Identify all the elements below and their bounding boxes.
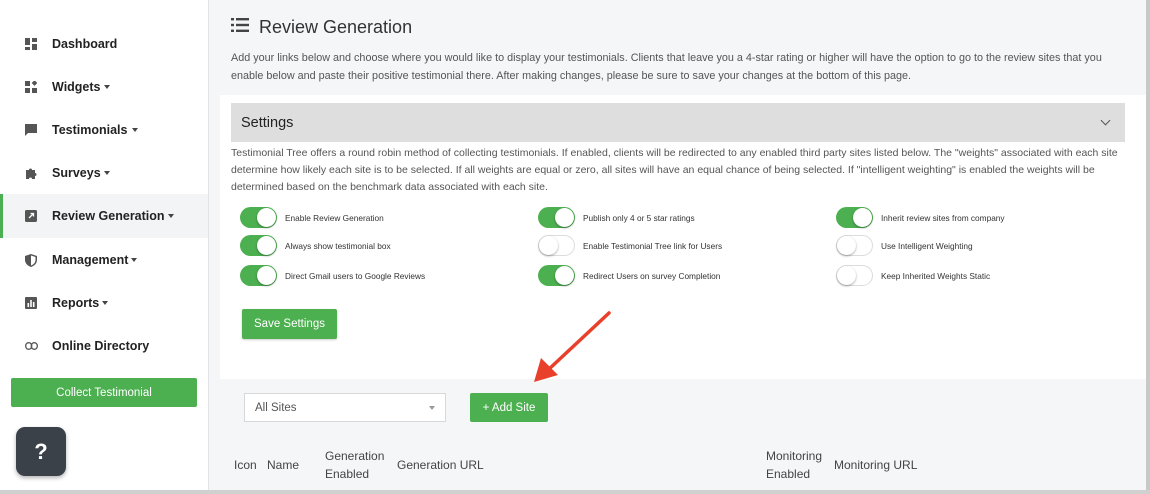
add-site-button[interactable]: + Add Site <box>470 393 548 422</box>
sidebar-item-surveys[interactable]: Surveys <box>0 151 208 195</box>
toggle-switch[interactable] <box>240 235 277 256</box>
caret-down-icon <box>167 214 174 218</box>
sidebar-item-label: Reports <box>52 296 100 310</box>
page-title: Review Generation <box>259 17 413 37</box>
link-icon <box>24 339 38 353</box>
sidebar-item-label: Online Directory <box>52 339 150 353</box>
toggle-label: Inherit review sites from company <box>881 212 1005 223</box>
settings-description: Testimonial Tree offers a round robin me… <box>231 147 1118 193</box>
list-icon <box>231 18 249 37</box>
caret-down-icon <box>103 85 110 89</box>
chat-icon <box>24 123 38 137</box>
sidebar-item-label: Surveys <box>52 166 101 180</box>
toggle-switch[interactable] <box>538 207 575 228</box>
sidebar-item-management[interactable]: Management <box>0 238 208 282</box>
toggle-use-intelligent-weighting[interactable]: Use Intelligent Weighting <box>836 235 973 256</box>
toggle-label: Publish only 4 or 5 star ratings <box>583 212 695 223</box>
toggle-label: Enable Review Generation <box>285 212 384 223</box>
collect-testimonial-button[interactable]: Collect Testimonial <box>11 378 197 407</box>
column-header-generation-enabled: Generation Enabled <box>325 449 385 481</box>
caret-down-icon <box>102 301 109 305</box>
sidebar-item-online-directory[interactable]: Online Directory <box>0 324 208 368</box>
puzzle-icon <box>24 166 38 180</box>
sidebar-item-label: Management <box>52 253 129 267</box>
toggle-switch[interactable] <box>836 265 873 286</box>
divider <box>208 0 209 494</box>
toggle-label: Direct Gmail users to Google Reviews <box>285 270 426 281</box>
sidebar-item-dashboard[interactable]: Dashboard <box>0 22 208 66</box>
toggle-enable-review-generation[interactable]: Enable Review Generation <box>240 207 384 228</box>
toggle-switch[interactable] <box>836 207 873 228</box>
toggle-switch[interactable] <box>240 207 277 228</box>
toggle-label: Enable Testimonial Tree link for Users <box>583 240 723 251</box>
column-header-name: Name <box>267 458 300 472</box>
settings-title: Settings <box>241 114 294 131</box>
caret-down-icon <box>131 258 138 262</box>
column-header-generation-url: Generation URL <box>397 458 484 472</box>
toggle-redirect-users-on-survey-completion[interactable]: Redirect Users on survey Completion <box>538 265 720 286</box>
toggle-switch[interactable] <box>538 265 575 286</box>
save-settings-button[interactable]: Save Settings <box>242 309 337 339</box>
toggle-direct-gmail-users[interactable]: Direct Gmail users to Google Reviews <box>240 265 425 286</box>
sidebar: Dashboard Widgets Testimonials Surveys R… <box>0 0 208 494</box>
toggle-label: Use Intelligent Weighting <box>881 240 973 251</box>
sidebar-item-label: Testimonials <box>52 123 128 137</box>
dashboard-icon <box>24 37 38 51</box>
app: Dashboard Widgets Testimonials Surveys R… <box>0 0 1150 494</box>
sites-filter-value: All Sites <box>255 401 297 414</box>
sidebar-item-review-generation[interactable]: Review Generation <box>0 194 208 238</box>
help-button[interactable]: ? <box>16 427 66 476</box>
chevron-down-icon <box>1100 115 1111 126</box>
sidebar-item-testimonials[interactable]: Testimonials <box>0 108 208 152</box>
column-header-monitoring-enabled: Monitoring Enabled <box>766 449 823 481</box>
caret-down-icon <box>103 171 110 175</box>
toggle-label: Keep Inherited Weights Static <box>881 270 991 281</box>
page-intro-text: Add your links below and choose where yo… <box>231 52 1102 82</box>
toggle-switch[interactable] <box>240 265 277 286</box>
sites-filter-select[interactable]: All Sites <box>244 393 446 422</box>
widgets-icon <box>24 80 38 94</box>
sidebar-item-label: Widgets <box>52 80 101 94</box>
toggle-inherit-review-sites[interactable]: Inherit review sites from company <box>836 207 1005 228</box>
window-frame <box>1146 0 1150 494</box>
bar-chart-icon <box>24 296 38 310</box>
toggle-label: Always show testimonial box <box>285 240 391 251</box>
shield-icon <box>24 253 38 267</box>
column-header-monitoring-url: Monitoring URL <box>834 458 918 472</box>
toggle-switch[interactable] <box>538 235 575 256</box>
column-header-icon: Icon <box>234 458 257 472</box>
toggle-publish-only-4-or-5-star[interactable]: Publish only 4 or 5 star ratings <box>538 207 695 228</box>
external-link-icon <box>24 209 38 223</box>
toggle-keep-inherited-weights-static[interactable]: Keep Inherited Weights Static <box>836 265 990 286</box>
toggle-always-show-testimonial-box[interactable]: Always show testimonial box <box>240 235 391 256</box>
toggle-enable-testimonial-tree-link[interactable]: Enable Testimonial Tree link for Users <box>538 235 722 256</box>
sidebar-item-widgets[interactable]: Widgets <box>0 65 208 109</box>
window-frame <box>0 490 1150 494</box>
sidebar-item-label: Dashboard <box>52 37 118 51</box>
sidebar-item-label: Review Generation <box>52 209 165 223</box>
settings-accordion-header[interactable]: Settings <box>231 103 1125 142</box>
sidebar-item-reports[interactable]: Reports <box>0 281 208 325</box>
page-header: Review Generation <box>231 17 412 38</box>
caret-down-icon <box>429 405 435 410</box>
toggle-switch[interactable] <box>836 235 873 256</box>
caret-down-icon <box>132 128 139 132</box>
toggle-label: Redirect Users on survey Completion <box>583 270 721 281</box>
